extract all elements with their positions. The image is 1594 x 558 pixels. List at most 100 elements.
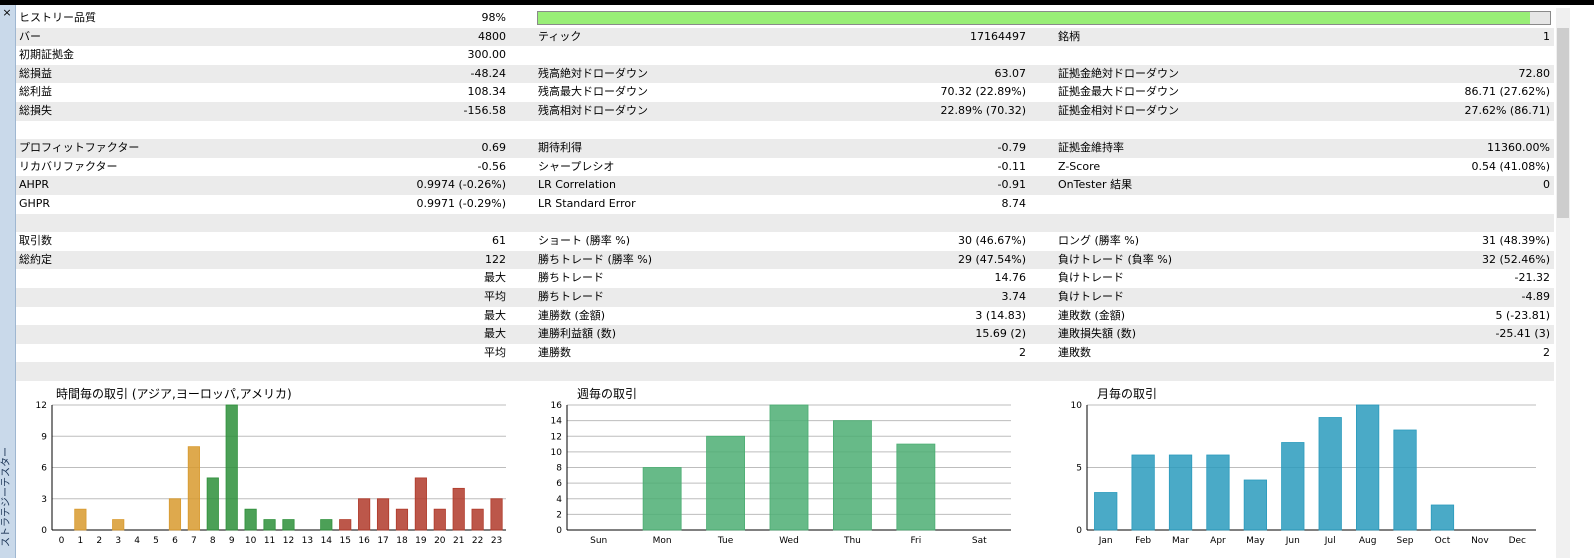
stat-value-col2: 3 (14.83) — [975, 308, 1026, 322]
stat-label-col2: 残高相対ドローダウン — [538, 103, 648, 117]
y-tick-label: 2 — [556, 510, 562, 520]
stat-value-col2: 2 — [1019, 345, 1026, 359]
y-tick-label: 12 — [551, 432, 562, 442]
y-tick-label: 12 — [36, 401, 47, 411]
stat-value-col1: 0.69 — [481, 141, 507, 155]
stat-label-col3: 証拠金最大ドローダウン — [1058, 85, 1179, 99]
stat-label-col1: 総損失 — [19, 103, 52, 117]
stat-value-col3: 5 (-23.81) — [1495, 308, 1550, 322]
bar — [395, 508, 409, 531]
stat-value-col3: 11360.00% — [1487, 141, 1550, 155]
window-top-border — [0, 0, 1594, 5]
stat-label-col2: 勝ちトレード (勝率 %) — [538, 252, 653, 266]
stat-value-col3: 86.71 (27.62%) — [1464, 85, 1550, 99]
stat-label-col3: 連敗損失額 (数) — [1058, 327, 1137, 341]
stat-label-col3: 連敗数 — [1058, 345, 1091, 359]
stat-value-col1: 0.9974 (-0.26%) — [416, 178, 506, 192]
y-tick-label: 4 — [556, 495, 562, 505]
y-tick-label: 5 — [1076, 464, 1082, 474]
history-quality-bar-fill — [538, 12, 1530, 24]
stat-value-col1: 61 — [492, 234, 506, 248]
stat-label-col1: AHPR — [19, 178, 50, 192]
bar — [414, 477, 427, 531]
stat-label-col2: 勝ちトレード — [538, 271, 604, 285]
x-tick-label: Oct — [1435, 536, 1451, 546]
scrollbar-thumb[interactable] — [1557, 28, 1569, 218]
close-icon[interactable]: × — [1, 7, 13, 19]
stat-label-col3: 証拠金絶対ドローダウン — [1058, 66, 1179, 80]
x-tick-label: 4 — [134, 536, 140, 546]
x-tick-label: Jan — [1098, 536, 1113, 546]
stat-label-col1: GHPR — [19, 196, 51, 210]
x-tick-label: 5 — [153, 536, 159, 546]
x-tick-label: Nov — [1471, 536, 1489, 546]
bar — [706, 435, 746, 531]
report-row: 最大 連勝利益額 (数) 15.69 (2) 連敗損失額 (数) -25.41 (3) — [16, 325, 1554, 344]
stat-value-col3: 1 — [1543, 29, 1550, 43]
stat-label-col2: LR Standard Error — [538, 196, 636, 210]
report-row: 取引数 61 ショート (勝率 %) 30 (46.67%) ロング (勝率 %) 31 … — [16, 232, 1554, 251]
stat-label-col1: 取引数 — [19, 234, 52, 248]
x-tick-label: 14 — [321, 536, 333, 546]
report-rows: バー 4800 ティック 17164497 銘柄 1 初期証拠金 300.00 総損益 -48.2… — [16, 27, 1554, 381]
monthly-trades-chart: 0 5 10 Jan Feb Mar Apr May Jun Jul Aug Sep Oct Nov Dec — [1071, 401, 1536, 546]
bar — [1430, 504, 1455, 531]
x-tick-label: 0 — [59, 536, 65, 546]
stat-value-col1: -0.56 — [477, 159, 506, 173]
bar — [225, 404, 238, 531]
strategy-tester-tab-label[interactable]: ストラテジーテスター — [1, 447, 13, 547]
stat-label-col3: OnTester 結果 — [1058, 178, 1133, 192]
bar — [282, 519, 295, 531]
bar — [471, 508, 484, 531]
stat-value-col1: 最大 — [484, 271, 506, 285]
backtest-report: ヒストリー品質 98% バー 4800 ティック 17164497 銘柄 1 初期証拠金 30… — [16, 9, 1554, 381]
x-tick-label: Sat — [972, 536, 987, 546]
stat-value-col1: 平均 — [484, 289, 506, 303]
report-row: リカバリファクター -0.56 シャープレシオ -0.11 Z-Score 0.54 (4… — [16, 158, 1554, 177]
report-row: バー 4800 ティック 17164497 銘柄 1 — [16, 27, 1554, 47]
x-tick-label: 2 — [96, 536, 102, 546]
bar — [263, 519, 276, 531]
bar — [1094, 492, 1118, 531]
x-tick-label: 3 — [115, 536, 121, 546]
stat-value-col2: 15.69 (2) — [975, 327, 1026, 341]
stat-value-col2: -0.11 — [997, 159, 1026, 173]
y-tick-label: 0 — [556, 526, 562, 536]
y-tick-label: 0 — [1076, 526, 1082, 536]
x-tick-label: 7 — [191, 536, 197, 546]
x-tick-label: 1 — [78, 536, 84, 546]
x-tick-label: 8 — [210, 536, 216, 546]
bar — [168, 498, 182, 531]
stat-value-col2: 17164497 — [970, 29, 1026, 43]
bar — [1281, 442, 1305, 531]
stat-label-col3: Z-Score — [1058, 159, 1101, 173]
stat-label-col3: 負けトレード — [1058, 271, 1124, 285]
stat-value-col3: 32 (52.46%) — [1481, 252, 1550, 266]
report-row: 総損失 -156.58 残高相対ドローダウン 22.89% (70.32) 証拠金相対ド… — [16, 101, 1554, 121]
stat-value-col3: -25.41 (3) — [1495, 327, 1550, 341]
stat-value-col2: 29 (47.54%) — [957, 252, 1026, 266]
stat-label-col2: 残高最大ドローダウン — [538, 85, 648, 99]
bar — [376, 498, 390, 531]
report-row — [16, 121, 1554, 140]
bar — [1243, 479, 1267, 531]
y-tick-label: 10 — [1071, 401, 1083, 411]
bar — [74, 508, 87, 531]
stat-label-col1: バー — [19, 29, 41, 43]
history-quality-label: ヒストリー品質 — [19, 11, 96, 24]
stat-value-col1: -156.58 — [463, 103, 506, 117]
y-tick-label: 3 — [41, 495, 47, 505]
report-row: 平均 連勝数 2 連敗数 2 — [16, 344, 1554, 363]
x-tick-label: 10 — [245, 536, 257, 546]
x-tick-label: Fri — [910, 536, 921, 546]
bar — [206, 477, 219, 531]
stat-label-col3: 証拠金維持率 — [1058, 141, 1124, 155]
x-tick-label: Apr — [1210, 536, 1226, 546]
report-row: 最大 連勝数 (金額) 3 (14.83) 連敗数 (金額) 5 (-23.81) — [16, 307, 1554, 326]
x-tick-label: Aug — [1359, 536, 1377, 546]
history-quality-bar — [537, 11, 1551, 25]
y-tick-label: 16 — [551, 401, 563, 411]
x-tick-label: Mon — [653, 536, 672, 546]
stat-value-col1: 最大 — [484, 327, 506, 341]
report-row: 初期証拠金 300.00 — [16, 46, 1554, 65]
